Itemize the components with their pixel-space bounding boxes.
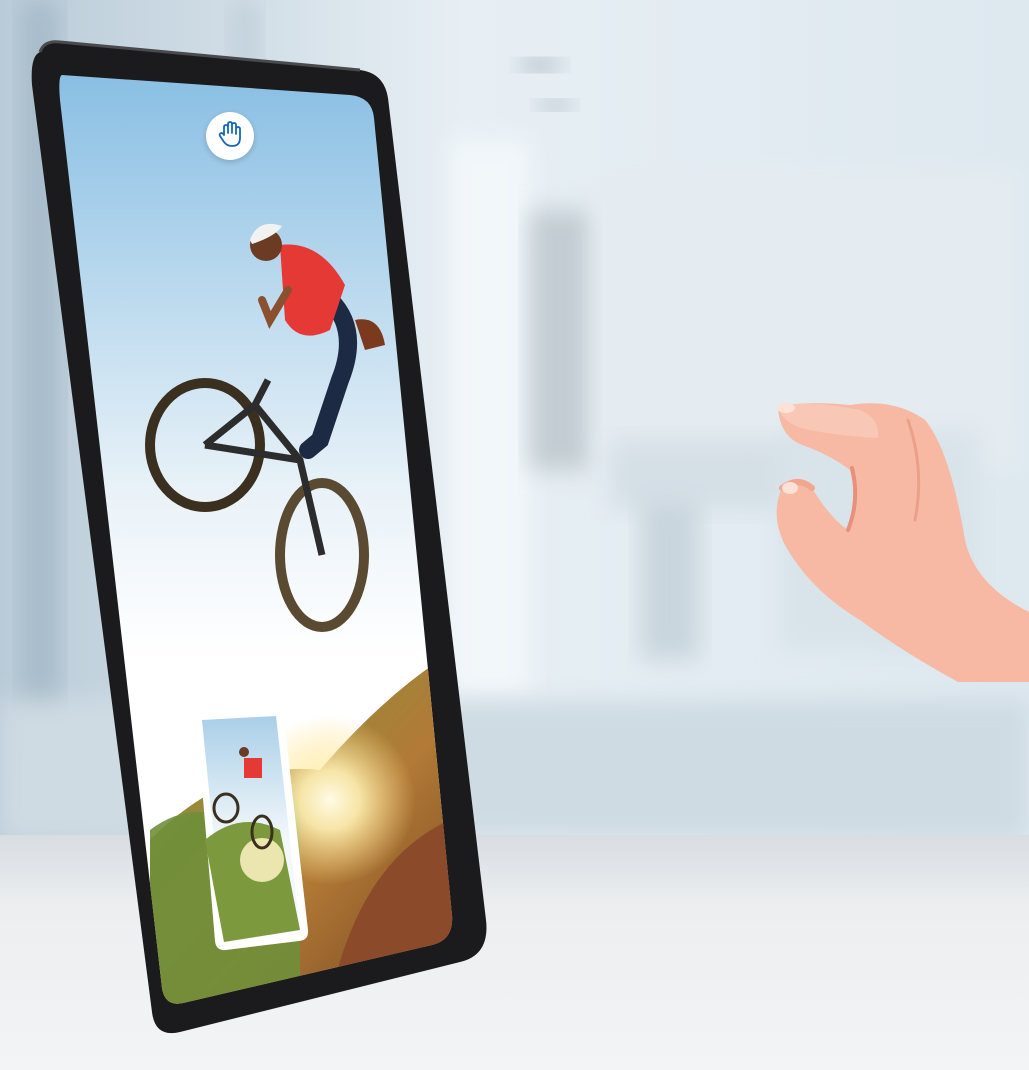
scene: [0, 0, 1029, 1070]
tablet: [31, 40, 487, 1034]
palm-icon: [215, 119, 245, 154]
gesture-badge: [206, 112, 254, 160]
